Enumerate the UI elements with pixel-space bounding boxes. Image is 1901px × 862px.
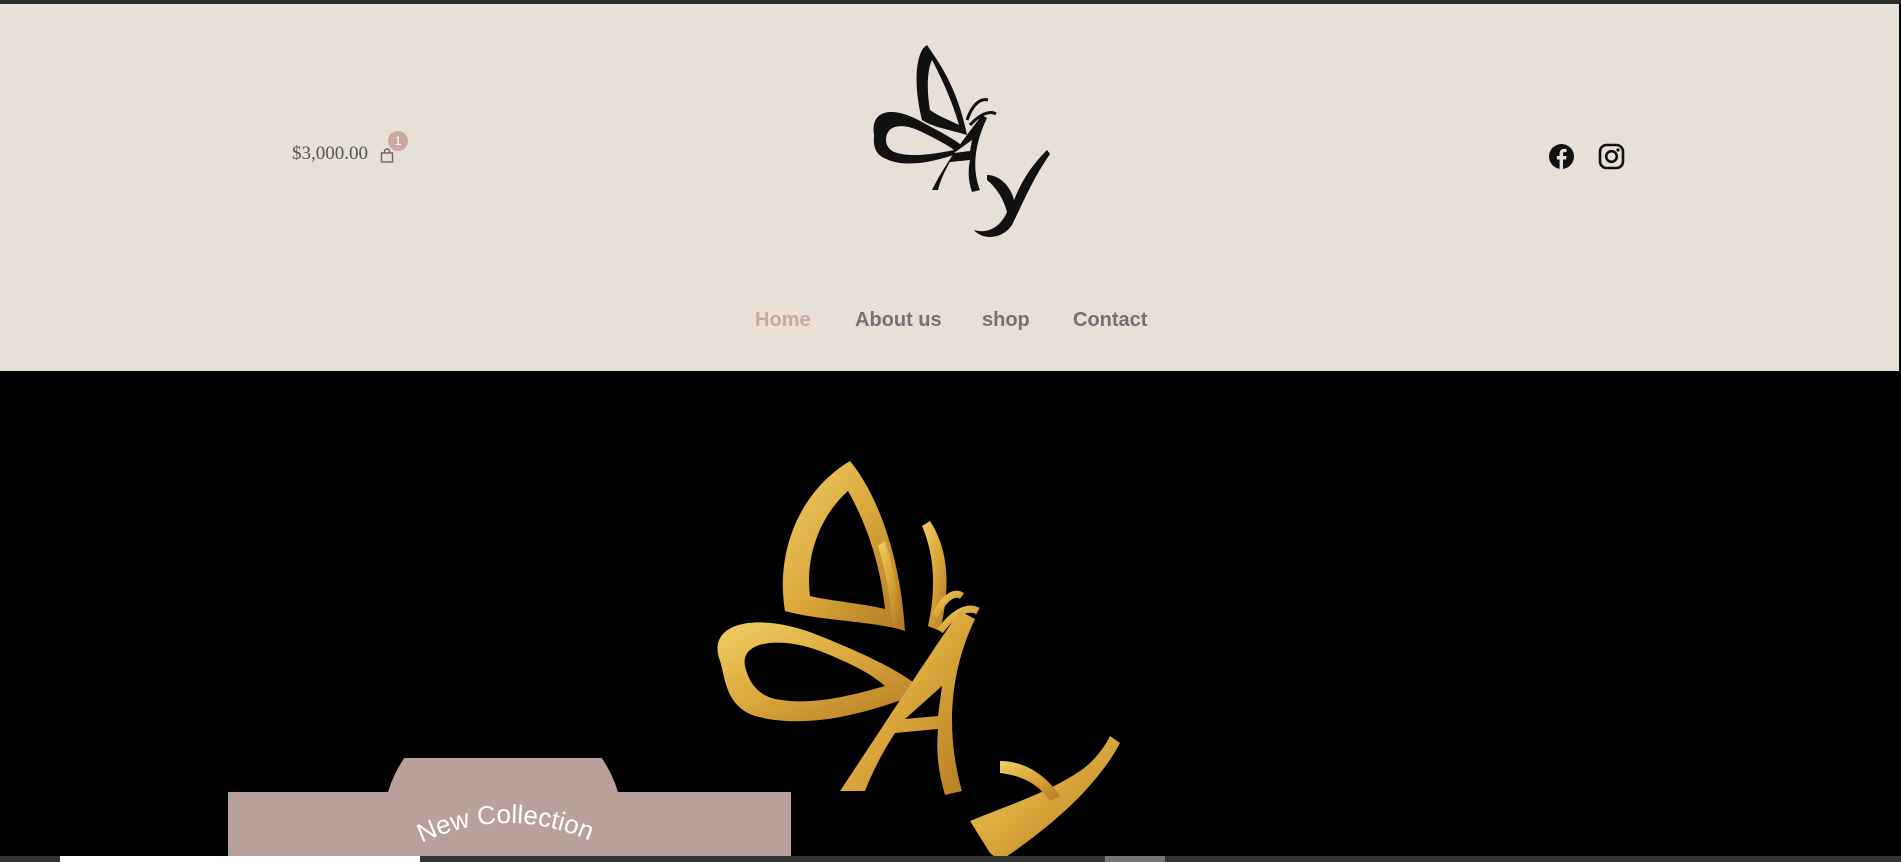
new-collection-shape: New Collection: [228, 706, 791, 862]
facebook-icon: [1549, 144, 1574, 170]
site-header: $3,000.00 1 Home About us shop Contact: [0, 4, 1899, 371]
hero-banner: New Collection: [0, 371, 1899, 862]
nav-home[interactable]: Home: [755, 309, 811, 332]
instagram-link[interactable]: [1598, 143, 1625, 170]
nav-shop[interactable]: shop: [982, 309, 1030, 332]
cart-count-badge: 1: [388, 130, 408, 151]
nav-contact[interactable]: Contact: [1073, 309, 1147, 332]
shopping-bag-icon: 1: [380, 130, 408, 163]
cart-link[interactable]: $3,000.00 1: [292, 130, 408, 165]
new-collection-card[interactable]: New Collection: [228, 706, 791, 862]
main-navigation: Home About us shop Contact: [0, 309, 1899, 339]
nav-about-us[interactable]: About us: [855, 309, 942, 332]
scrollbar-thumb[interactable]: [60, 856, 420, 862]
instagram-icon: [1598, 143, 1625, 170]
scrollbar-segment: [1105, 856, 1165, 862]
cart-total: $3,000.00: [292, 143, 368, 164]
butterfly-logo: [873, 45, 1050, 237]
facebook-link[interactable]: [1548, 143, 1575, 170]
